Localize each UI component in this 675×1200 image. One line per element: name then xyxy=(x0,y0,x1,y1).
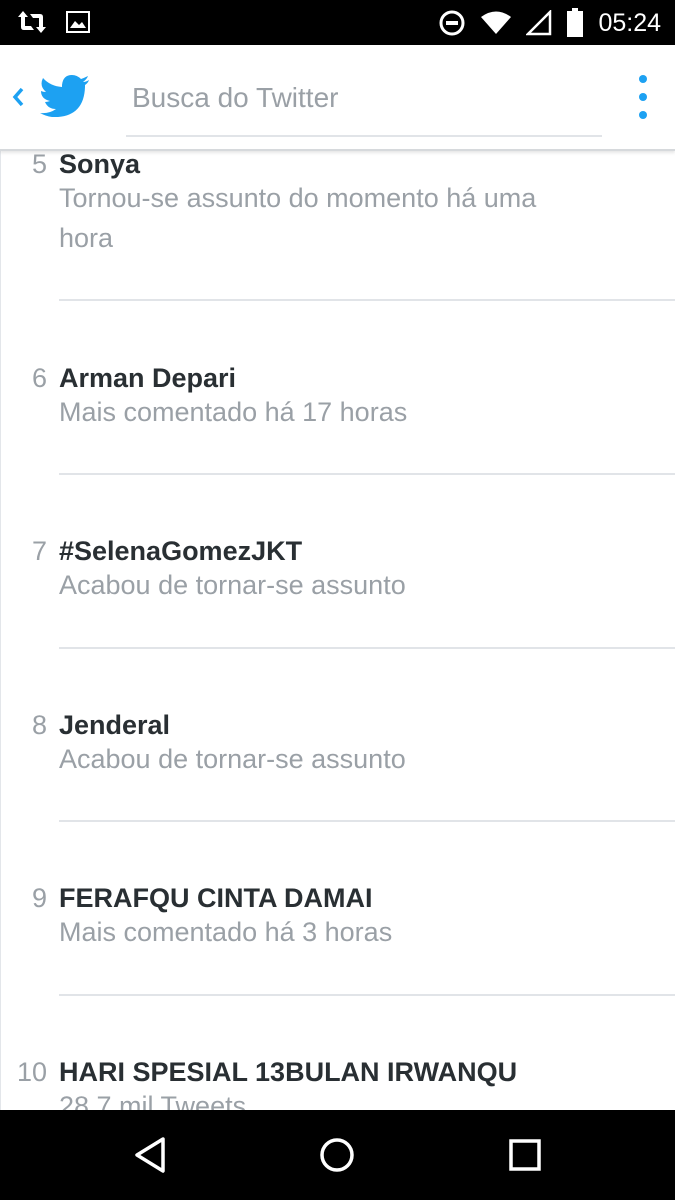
trend-name: FERAFQU CINTA DAMAI xyxy=(59,883,373,913)
trend-meta: Mais comentado há 3 horas xyxy=(59,917,393,947)
image-notification-icon xyxy=(66,11,90,33)
battery-icon xyxy=(567,8,584,37)
trend-item[interactable]: 8 Jenderal Acabou de tornar-se assunto xyxy=(1,649,675,822)
trend-meta: Mais comentado há 17 horas xyxy=(59,397,408,427)
trend-meta: Acabou de tornar-se assunto xyxy=(59,570,406,600)
app-bar xyxy=(0,45,675,151)
twitter-bird-icon[interactable] xyxy=(40,75,90,117)
home-circle-icon[interactable] xyxy=(312,1132,362,1178)
wifi-icon xyxy=(481,11,512,34)
trend-item[interactable]: 6 Arman Depari Mais comentado há 17 hora… xyxy=(1,301,675,475)
search-input[interactable] xyxy=(126,67,602,137)
status-time: 05:24 xyxy=(598,9,661,37)
trend-item[interactable]: 7 #SelenaGomezJKT Acabou de tornar-se as… xyxy=(1,475,675,648)
trend-item[interactable]: 9 FERAFQU CINTA DAMAI Mais comentado há … xyxy=(1,822,675,995)
trend-name: HARI SPESIAL 13BULAN IRWANQU xyxy=(59,1057,518,1087)
trend-name: #SelenaGomezJKT xyxy=(59,536,303,566)
trend-rank: 6 xyxy=(31,363,47,393)
trend-rank: 5 xyxy=(31,151,47,179)
trend-rank: 10 xyxy=(16,1057,47,1087)
trend-meta: Acabou de tornar-se assunto xyxy=(59,744,406,774)
trend-rank: 9 xyxy=(31,883,47,913)
back-chevron-icon[interactable] xyxy=(8,83,28,111)
trend-rank: 8 xyxy=(31,710,47,740)
status-bar: 05:24 xyxy=(0,0,675,45)
trend-list: 5 Sonya Tornou-se assunto do momento há … xyxy=(0,151,675,1110)
trend-item[interactable]: 10 HARI SPESIAL 13BULAN IRWANQU 28,7 mil… xyxy=(1,996,675,1110)
recents-square-icon[interactable] xyxy=(500,1132,550,1178)
navigation-bar xyxy=(0,1110,675,1200)
trend-rank: 7 xyxy=(31,536,47,566)
trend-item[interactable]: 5 Sonya Tornou-se assunto do momento há … xyxy=(1,151,675,301)
signal-icon xyxy=(526,10,552,36)
do-not-disturb-icon xyxy=(439,10,465,36)
trend-name: Arman Depari xyxy=(59,363,237,393)
retweet-notification-icon xyxy=(18,11,46,33)
trend-name: Jenderal xyxy=(59,710,171,740)
trend-meta: Tornou-se assunto do momento há uma hora xyxy=(59,183,537,253)
trend-meta: 28,7 mil Tweets xyxy=(59,1091,247,1110)
trend-name: Sonya xyxy=(59,151,141,179)
overflow-menu-icon[interactable] xyxy=(630,75,656,119)
back-triangle-icon[interactable] xyxy=(126,1132,176,1178)
